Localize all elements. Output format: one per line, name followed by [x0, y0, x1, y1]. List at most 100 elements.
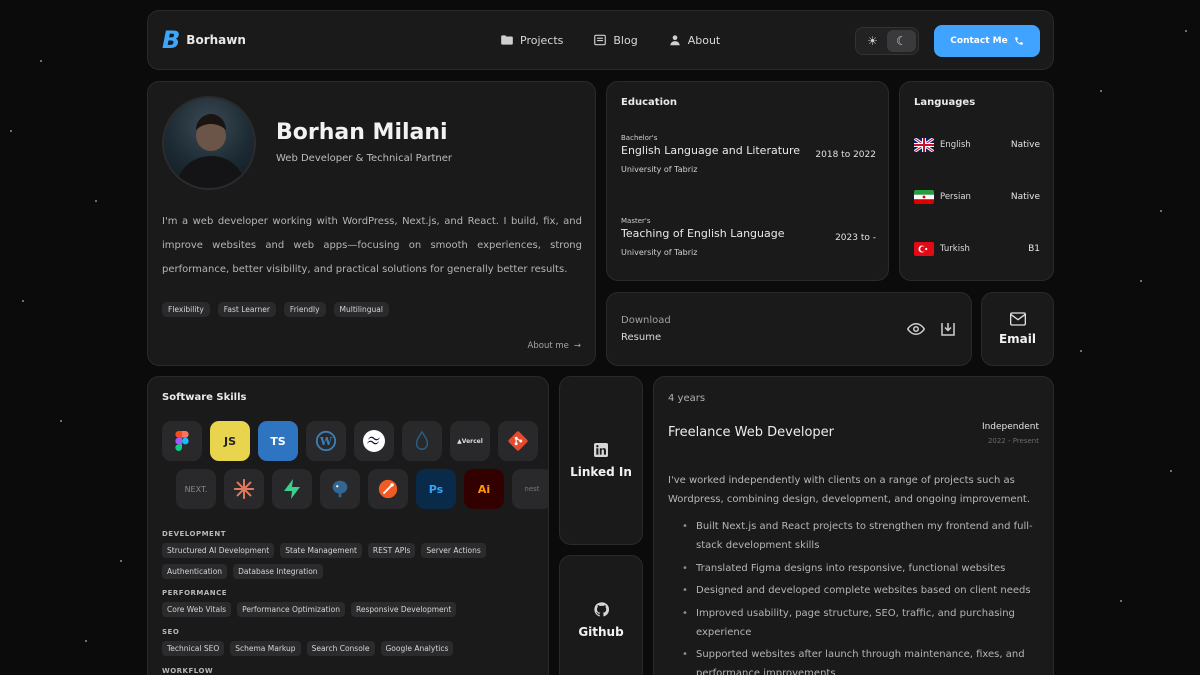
skills-chips-performance: Core Web Vitals Performance Optimization… [162, 602, 542, 617]
skill-chip: Responsive Development [350, 602, 457, 617]
language-level: B1 [1028, 244, 1040, 254]
tag: Flexibility [162, 302, 210, 317]
folder-icon [501, 35, 513, 45]
about-me-link[interactable]: About me → [528, 341, 581, 351]
experience-bullet: Translated Figma designs into responsive… [682, 559, 1042, 578]
claude-icon [224, 469, 264, 509]
dark-mode-moon-icon[interactable]: ☾ [887, 30, 916, 52]
git-icon [498, 421, 538, 461]
nav-link-label: About [687, 33, 721, 47]
linkedin-card[interactable]: Linked In [559, 376, 643, 545]
profile-tags: Flexibility Fast Learner Friendly Multil… [162, 302, 389, 317]
nav-link-blog[interactable]: Blog [593, 33, 638, 47]
resume-label: Resume [621, 332, 662, 343]
experience-bullet: Built Next.js and React projects to stre… [682, 517, 1042, 555]
postgresql-icon [320, 469, 360, 509]
linkedin-icon [594, 442, 608, 457]
light-mode-sun-icon[interactable]: ☀ [858, 30, 887, 52]
nav-link-label: Projects [520, 33, 564, 47]
email-label: Email [998, 332, 1037, 346]
github-label: Github [578, 624, 624, 639]
svg-text:W: W [319, 435, 333, 448]
user-icon [670, 35, 680, 46]
language-name: Persian [940, 192, 971, 202]
skill-chip: Authentication [162, 564, 228, 579]
nav-link-about[interactable]: About [668, 33, 721, 47]
profile-name: Borhan Milani [276, 120, 448, 145]
skills-section-development: DEVELOPMENT [162, 530, 226, 538]
profile-role: Web Developer & Technical Partner [276, 153, 453, 164]
download-icon[interactable] [939, 320, 957, 338]
skill-chip: Google Analytics [380, 641, 454, 656]
skill-chip: Technical SEO [162, 641, 225, 656]
education-card: Education Bachelor's English Language an… [606, 81, 889, 281]
skills-chips-seo: Technical SEO Schema Markup Search Conso… [162, 641, 542, 656]
experience-bullets: Built Next.js and React projects to stre… [682, 517, 1042, 675]
skills-icon-row: NEXT. Ps Ai nest [176, 469, 548, 509]
language-item: Persian Native [914, 190, 1040, 204]
email-card[interactable]: Email [981, 292, 1054, 366]
experience-company: Independent [981, 422, 1039, 432]
iran-flag-icon [914, 190, 934, 204]
newspaper-icon [594, 34, 607, 46]
turkey-flag-icon [914, 242, 934, 256]
resume-card: Download Resume [606, 292, 972, 366]
arrow-right-icon: → [573, 341, 581, 351]
skill-chip: Performance Optimization [237, 602, 345, 617]
tag: Fast Learner [217, 302, 276, 317]
theme-toggle[interactable]: ☀ ☾ [855, 27, 919, 55]
education-years: 2018 to 2022 [815, 150, 876, 160]
language-item: English Native [914, 138, 1040, 152]
illustrator-icon: Ai [464, 469, 504, 509]
skill-chip: Core Web Vitals [162, 602, 232, 617]
education-university: University of Tabriz [621, 165, 698, 174]
education-degree: Master's [621, 217, 651, 225]
brand-logo[interactable]: B Borhawn [162, 28, 246, 52]
language-name: Turkish [940, 244, 970, 254]
skills-section-performance: PERFORMANCE [162, 589, 228, 597]
skill-chip: State Management [280, 543, 362, 558]
education-university: University of Tabriz [621, 248, 698, 257]
skill-chip: Schema Markup [230, 641, 301, 656]
skills-section-seo: SEO [162, 628, 180, 636]
skills-title: Software Skills [162, 392, 247, 403]
experience-bullet: Improved usability, page structure, SEO,… [682, 604, 1042, 642]
eye-icon[interactable] [907, 320, 925, 338]
postman-icon [368, 469, 408, 509]
resume-download-label: Download [621, 315, 671, 326]
experience-bullet: Supported websites after launch through … [682, 645, 1042, 675]
education-title: Education [621, 97, 677, 108]
nav-link-label: Blog [613, 33, 638, 47]
skill-chip: REST APIs [367, 543, 416, 558]
vercel-icon: ▲Vercel [450, 421, 490, 461]
education-item: Bachelor's English Language and Literatu… [621, 134, 876, 174]
nextjs-icon: NEXT. [176, 469, 216, 509]
skill-chip: Server Actions [421, 543, 486, 558]
figma-icon [162, 421, 202, 461]
skill-chip: Database Integration [233, 564, 323, 579]
experience-card: 4 years Freelance Web Developer Independ… [653, 376, 1054, 675]
uk-flag-icon [914, 138, 934, 152]
tailwind-icon [354, 421, 394, 461]
github-card[interactable]: Github [559, 555, 643, 675]
tag: Multilingual [333, 302, 389, 317]
mail-icon [1009, 312, 1026, 326]
github-icon [593, 601, 609, 616]
language-level: Native [1010, 140, 1040, 150]
skills-section-workflow: WORKFLOW [162, 667, 214, 675]
resume-actions [907, 320, 957, 338]
linkedin-label: Linked In [570, 464, 632, 479]
language-name: English [940, 140, 971, 150]
language-level: Native [1010, 192, 1040, 202]
profile-bio: I'm a web developer working with WordPre… [162, 216, 582, 275]
brand-name: Borhawn [186, 33, 246, 47]
skills-chips-development: Structured AI Development State Manageme… [162, 543, 542, 579]
avatar [162, 96, 256, 190]
nav-links: Projects Blog About [500, 33, 720, 47]
about-me-label: About me [527, 341, 569, 351]
avatar-portrait-icon [176, 114, 246, 188]
top-navbar: B Borhawn Projects Blog About ☀ ☾ Contac… [147, 10, 1054, 70]
contact-me-button[interactable]: Contact Me [934, 25, 1040, 57]
nest-icon: nest [512, 469, 548, 509]
nav-link-projects[interactable]: Projects [500, 33, 563, 47]
